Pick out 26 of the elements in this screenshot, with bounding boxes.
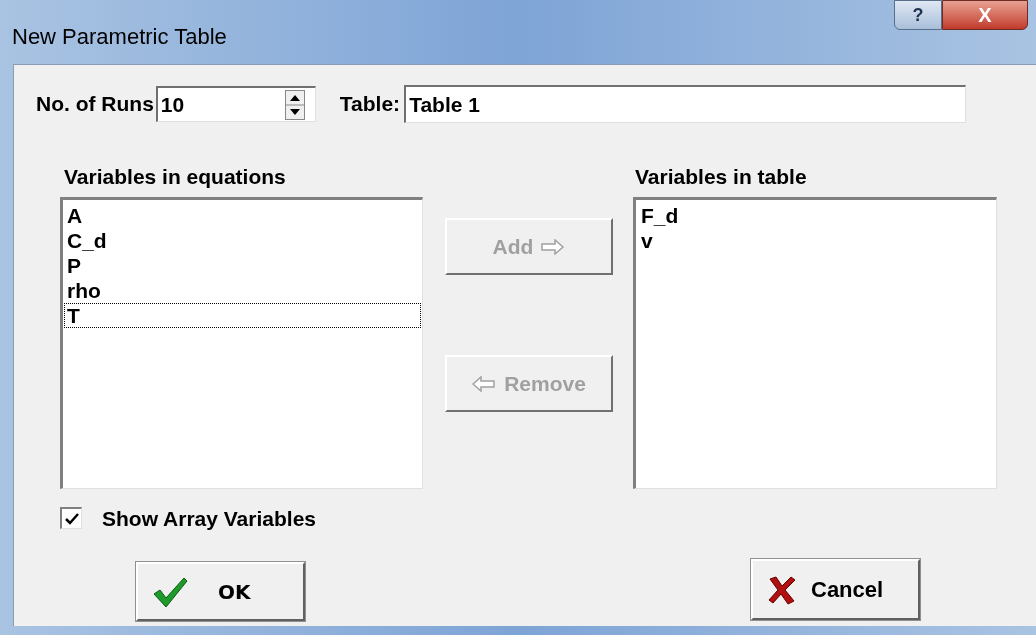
runs-value: 10 xyxy=(159,91,185,118)
runs-label: No. of Runs xyxy=(36,91,154,118)
right-arrow-icon xyxy=(541,238,566,255)
list-heading: Variables in table xyxy=(635,164,808,190)
check-icon xyxy=(64,512,79,525)
spin-arrows-icon[interactable] xyxy=(284,89,305,120)
checkbox-label: Show Array Variables xyxy=(102,505,316,532)
close-icon xyxy=(767,574,797,605)
table-label: Table: xyxy=(339,91,401,118)
list-item[interactable]: v xyxy=(637,227,995,253)
table-name-field[interactable]: Table 1 xyxy=(404,85,967,123)
window-title: New Parametric Table xyxy=(12,23,227,51)
list-item[interactable]: T xyxy=(64,302,421,328)
list-item[interactable]: C_d xyxy=(64,227,421,253)
checkbox[interactable] xyxy=(60,507,82,530)
list-item[interactable]: F_d xyxy=(637,202,995,228)
list-item[interactable]: rho xyxy=(64,277,421,303)
cancel-button[interactable]: Cancel xyxy=(751,559,920,620)
runs-spinner[interactable]: 10 xyxy=(155,86,316,122)
list-item[interactable]: P xyxy=(64,252,421,278)
check-icon xyxy=(152,575,188,608)
left-arrow-icon xyxy=(472,375,497,392)
list-item[interactable]: A xyxy=(64,202,421,228)
list-heading: Variables in equations xyxy=(64,164,287,190)
help-button[interactable]: ? xyxy=(894,0,942,30)
ok-button[interactable]: OK xyxy=(136,562,305,621)
